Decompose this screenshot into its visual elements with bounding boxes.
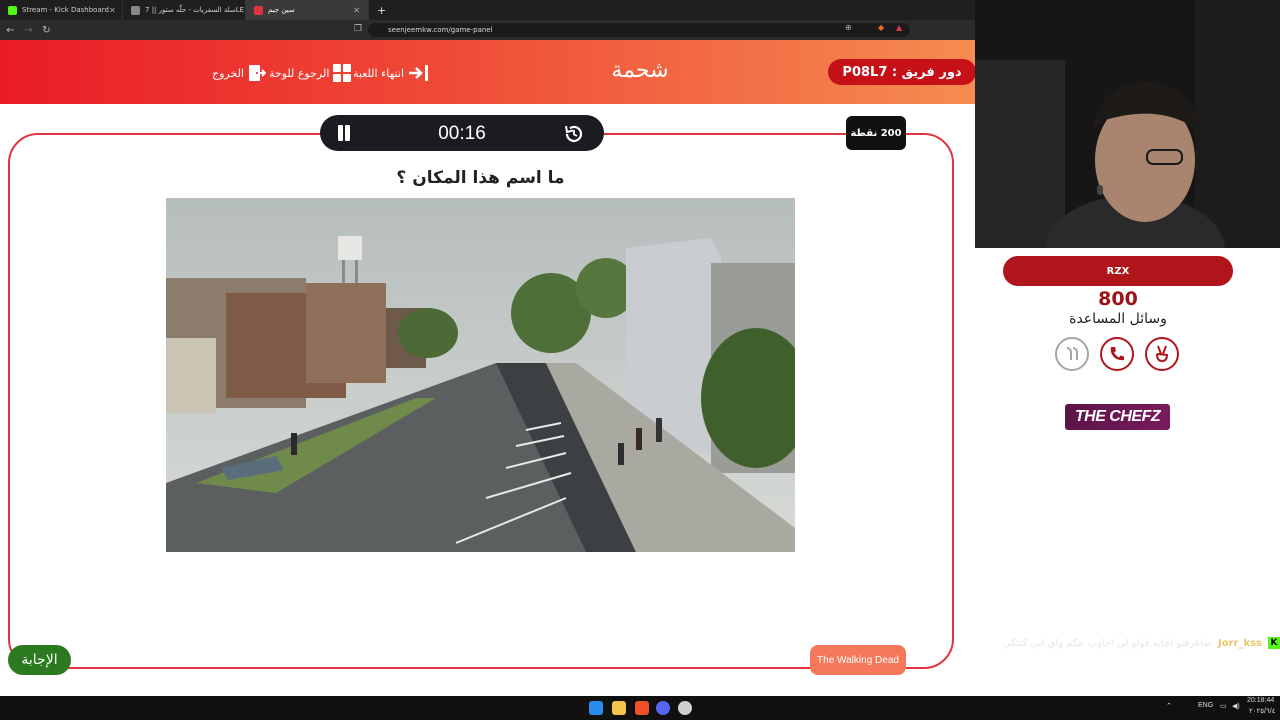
screen: Stream - Kick Dashboard ✕ سلة السفريات -… bbox=[0, 0, 1280, 720]
translate-icon[interactable]: ⊕ bbox=[845, 23, 852, 32]
brave-browser-icon[interactable] bbox=[635, 701, 649, 715]
two-answers-helper-button[interactable] bbox=[1055, 337, 1089, 371]
exit-button[interactable]: الخروج bbox=[212, 62, 266, 84]
back-to-board-label: الرجوع للوحة bbox=[269, 66, 330, 80]
timer-bar: 00:16 bbox=[320, 115, 604, 151]
door-icon bbox=[249, 65, 266, 81]
clock-time[interactable]: 20:18:44 bbox=[1247, 697, 1274, 704]
back-to-board-button[interactable]: الرجوع للوحة bbox=[269, 62, 352, 84]
question-image bbox=[166, 198, 795, 552]
question-area: 00:16 200 نقطة ما اسم هذا المكان ؟ الإجا… bbox=[0, 104, 975, 696]
timer-text: 00:16 bbox=[438, 123, 486, 144]
reload-icon[interactable]: ↻ bbox=[39, 25, 54, 36]
tab-label: Stream - Kick Dashboard bbox=[22, 6, 109, 14]
town-street-image bbox=[166, 198, 795, 552]
new-tab-button[interactable]: + bbox=[369, 4, 394, 17]
bookmark-icon[interactable]: ❐ bbox=[354, 24, 362, 34]
taskbar: ⌃ ENG ▭ ◀) 20:18:44 ٢٠٢٥/٦/٤ bbox=[0, 696, 1280, 720]
browser-tab-store[interactable]: سلة السفريات - حلّه ستور || 7LE bbox=[123, 0, 246, 20]
chat-username: Jorr_kss bbox=[1217, 637, 1262, 649]
address-bar[interactable]: seenjeemkw.com/game-panel bbox=[368, 23, 910, 37]
network-icon[interactable]: ▭ bbox=[1220, 702, 1227, 710]
game-header: دور فريق : P08L7 شحمة انتهاء اللعبة الرج… bbox=[0, 40, 976, 104]
two-answers-icon bbox=[1066, 347, 1078, 360]
victory-hand-icon bbox=[1156, 345, 1169, 363]
url-text: seenjeemkw.com/game-panel bbox=[388, 26, 493, 34]
kick-favicon-icon bbox=[8, 5, 17, 15]
game-favicon-icon bbox=[254, 5, 263, 15]
category-title: شحمة bbox=[611, 58, 669, 83]
store-favicon-icon bbox=[131, 5, 140, 15]
exit-label: الخروج bbox=[212, 66, 244, 80]
streamer-camera-image bbox=[975, 0, 1280, 248]
kick-icon: K bbox=[1268, 637, 1280, 649]
browser-tab-bar: Stream - Kick Dashboard ✕ سلة السفريات -… bbox=[0, 0, 975, 20]
browser-toolbar: ← → ↻ ❐ seenjeemkw.com/game-panel ⊕ ◆ ▲ bbox=[0, 20, 975, 40]
close-icon[interactable]: ✕ bbox=[353, 6, 360, 15]
helpers-title: وسائل المساعدة bbox=[1069, 311, 1167, 327]
brave-shield-icon[interactable]: ◆ bbox=[878, 23, 884, 32]
discord-icon[interactable] bbox=[656, 701, 670, 715]
team-score: 800 bbox=[1098, 288, 1138, 310]
call-friend-helper-button[interactable] bbox=[1100, 337, 1134, 371]
tab-label: سلة السفريات - حلّه ستور || 7LE bbox=[145, 6, 245, 14]
webcam-feed bbox=[975, 0, 1280, 248]
clock-date[interactable]: ٢٠٢٥/٦/٤ bbox=[1249, 707, 1275, 715]
reset-timer-icon[interactable] bbox=[563, 123, 585, 145]
tab-label: سين جيم bbox=[268, 6, 295, 14]
rest-helper-button[interactable] bbox=[1145, 337, 1179, 371]
windows-start-icon[interactable] bbox=[589, 701, 603, 715]
answer-label: The Walking Dead bbox=[810, 645, 906, 675]
show-answer-button[interactable]: الإجابة bbox=[8, 645, 71, 675]
team-name-badge: RZX bbox=[1003, 256, 1233, 286]
file-explorer-icon[interactable] bbox=[612, 701, 626, 715]
chat-message: K Jorr_kss ساعرفتو اجابه قولو لي اجاوب ع… bbox=[980, 633, 1280, 653]
browser-tab-game[interactable]: سين جيم ✕ bbox=[246, 0, 369, 20]
grid-icon bbox=[333, 64, 352, 82]
language-indicator[interactable]: ENG bbox=[1198, 702, 1213, 709]
obs-icon[interactable] bbox=[678, 701, 692, 715]
phone-icon bbox=[1110, 347, 1124, 361]
forward-arrow-icon[interactable]: → bbox=[21, 25, 36, 36]
question-text: ما اسم هذا المكان ؟ bbox=[396, 168, 565, 188]
tray-chevron-icon[interactable]: ⌃ bbox=[1166, 702, 1172, 710]
brave-rewards-icon[interactable]: ▲ bbox=[896, 23, 902, 32]
end-game-label: انتهاء اللعبة bbox=[353, 66, 405, 80]
points-badge: 200 نقطة bbox=[846, 116, 906, 150]
sponsor-logo: THE CHEFZ bbox=[1065, 404, 1170, 430]
chat-text: ساعرفتو اجابه قولو لي اجاوب عكم واي ابي … bbox=[1002, 637, 1212, 649]
close-icon[interactable]: ✕ bbox=[109, 6, 116, 15]
browser-tab-kick[interactable]: Stream - Kick Dashboard ✕ bbox=[0, 0, 123, 20]
team-turn-badge: دور فريق : P08L7 bbox=[828, 59, 976, 85]
back-arrow-icon[interactable]: ← bbox=[3, 25, 18, 36]
team-turn-text: دور فريق : P08L7 bbox=[842, 64, 962, 80]
exit-arrow-icon bbox=[409, 65, 429, 81]
volume-icon[interactable]: ◀) bbox=[1232, 702, 1240, 710]
pause-icon[interactable] bbox=[336, 125, 352, 141]
end-game-button[interactable]: انتهاء اللعبة bbox=[353, 62, 430, 84]
team-panel: RZX 800 وسائل المساعدة THE CHEFZ bbox=[975, 248, 1280, 696]
